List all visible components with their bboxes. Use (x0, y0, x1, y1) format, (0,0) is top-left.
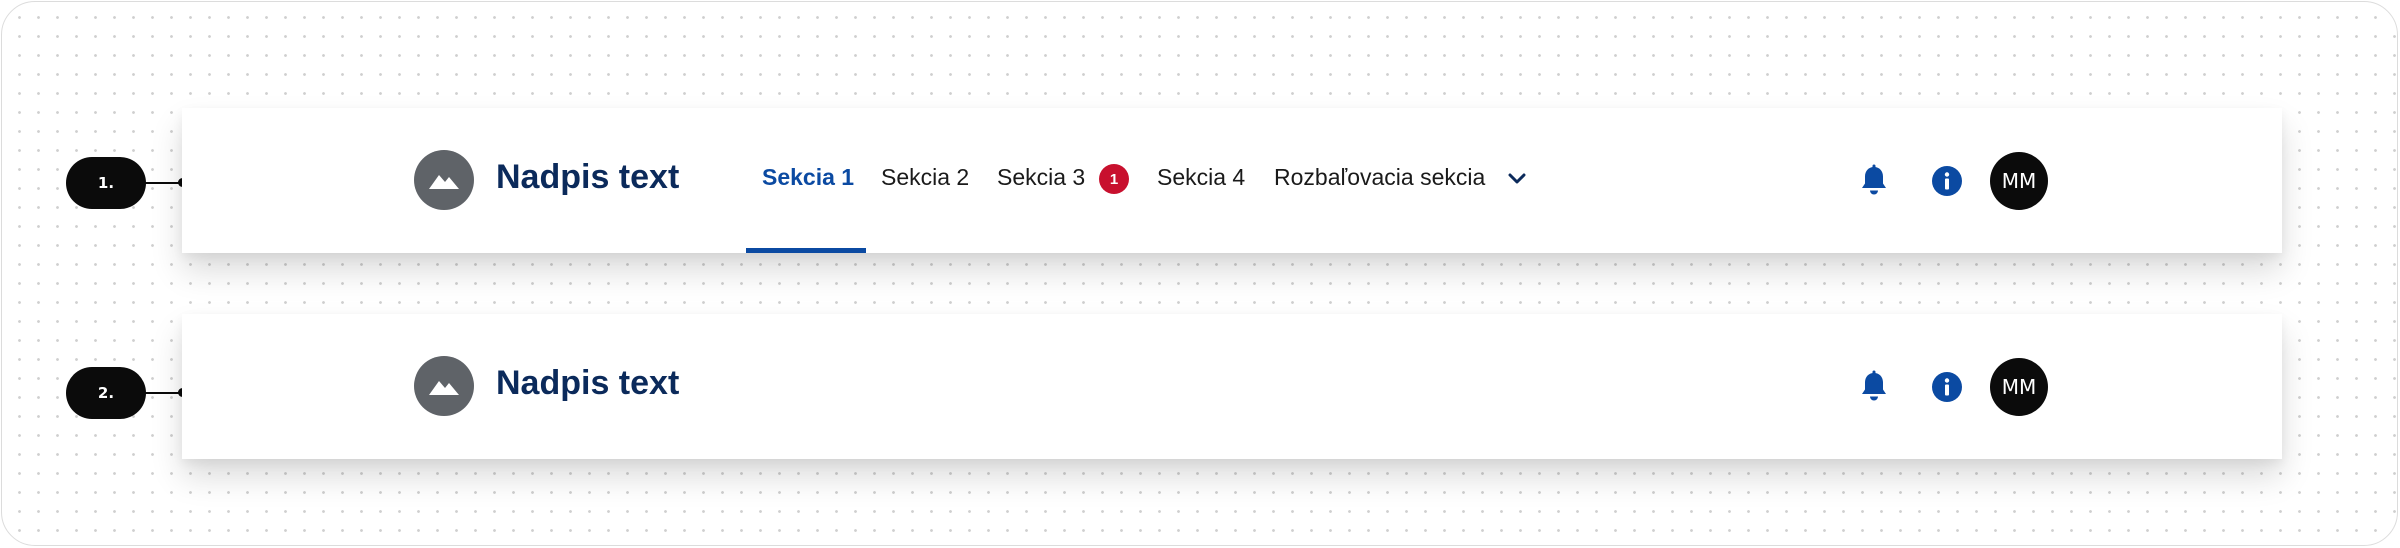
chevron-down-icon[interactable] (1506, 168, 1528, 190)
page-title[interactable]: Nadpis text (496, 158, 679, 197)
dotted-canvas: 1. 2. Nadpis text Sekcia 1 Sekcia 2 Sekc… (1, 1, 2398, 546)
header-with-navigation: Nadpis text Sekcia 1 Sekcia 2 Sekcia 3 1… (182, 108, 2282, 253)
callout-1: 1. (66, 157, 146, 209)
nav-item-sekcia-4[interactable]: Sekcia 4 (1157, 164, 1245, 191)
callout-2: 2. (66, 367, 146, 419)
bell-icon[interactable] (1858, 370, 1890, 404)
page-title[interactable]: Nadpis text (496, 364, 679, 403)
notification-count-badge: 1 (1099, 164, 1129, 194)
nav-item-dropdown[interactable]: Rozbaľovacia sekcia (1274, 164, 1485, 191)
mountain-image-icon (429, 175, 459, 189)
nav-item-sekcia-2[interactable]: Sekcia 2 (881, 164, 969, 191)
info-icon[interactable] (1931, 165, 1963, 197)
bell-icon[interactable] (1858, 164, 1890, 198)
mountain-image-icon (429, 381, 459, 395)
logo[interactable] (414, 150, 474, 210)
logo[interactable] (414, 356, 474, 416)
nav-item-sekcia-1[interactable]: Sekcia 1 (762, 164, 854, 191)
avatar[interactable]: MM (1990, 358, 2048, 416)
info-icon[interactable] (1931, 371, 1963, 403)
header-simple: Nadpis text MM (182, 314, 2282, 459)
active-tab-indicator (746, 248, 866, 253)
nav-item-sekcia-3[interactable]: Sekcia 3 (997, 164, 1085, 191)
avatar[interactable]: MM (1990, 152, 2048, 210)
